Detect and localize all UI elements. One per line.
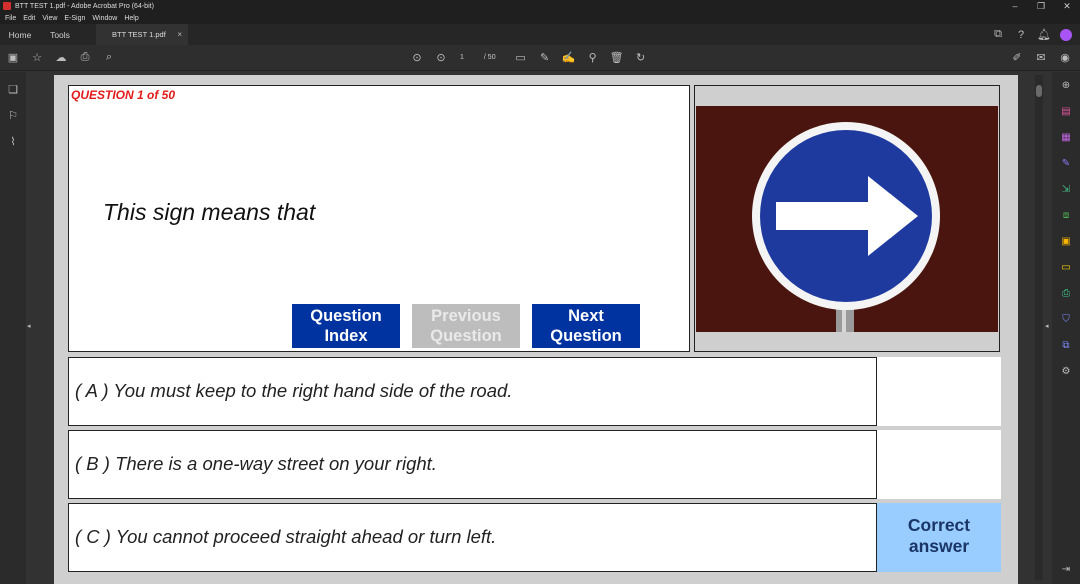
tab-bar: Home Tools BTT TEST 1.pdf × ⧉ ? 🔔︎ xyxy=(0,24,1080,45)
compress-icon[interactable]: ⧉ xyxy=(1059,338,1073,352)
print-icon[interactable]: ⎙ xyxy=(78,50,92,64)
restore-icon[interactable]: ❐ xyxy=(1028,0,1054,12)
email-icon[interactable]: ✉ xyxy=(1034,50,1048,64)
menu-file[interactable]: File xyxy=(5,15,16,22)
turn-right-sign-image xyxy=(696,106,998,332)
left-navigation-rail: ❏ ⚐ ⌇ xyxy=(0,72,26,584)
bookmark-icon[interactable]: ⚐ xyxy=(6,108,20,122)
zoom-icon[interactable]: ⊕ xyxy=(1059,78,1073,92)
close-tab-icon[interactable]: × xyxy=(177,30,182,39)
notification-bell-icon[interactable]: 🔔︎ xyxy=(1037,28,1051,42)
correct-answer-badge: Correct answer xyxy=(876,503,1001,572)
next-page-icon[interactable]: ⊙ xyxy=(434,50,448,64)
rotate-icon[interactable]: ↻ xyxy=(634,50,648,64)
vertical-scrollbar[interactable] xyxy=(1035,75,1043,580)
close-icon[interactable]: ✕ xyxy=(1054,0,1080,12)
page-total: / 50 xyxy=(483,53,496,61)
main-toolbar: ▣ ☆ ☁ ⎙ ⌕ ⊙ ⊙ 1 / 50 ▭ ✎ ✍ ⚲ 🗑︎ ↻ ✐ ✉ ◉ xyxy=(0,45,1080,71)
previous-question-button[interactable]: Previous Question xyxy=(412,304,520,348)
pdf-page: QUESTION 1 of 50 This sign means that Qu… xyxy=(54,75,1018,584)
sign-image-panel xyxy=(694,85,1000,352)
comment-tool-icon[interactable]: ▭ xyxy=(1059,260,1073,274)
right-tools-rail: ⊕ ▤ ▦ ✎ ⇲ ⧈ ▣ ▭ ⎙ ⛉ ⧉ ⚙ ⇥ xyxy=(1052,72,1080,584)
menu-edit[interactable]: Edit xyxy=(23,15,35,22)
organize-pages-icon[interactable]: ▤ xyxy=(1059,104,1073,118)
more-tools-icon[interactable]: ⚙ xyxy=(1059,364,1073,378)
account-icon[interactable]: ◉ xyxy=(1058,50,1072,64)
help-icon[interactable]: ? xyxy=(1014,28,1028,42)
current-page-field[interactable]: 1 xyxy=(460,54,464,61)
answer-row-c[interactable]: ( C ) You cannot proceed straight ahead … xyxy=(68,503,1001,572)
expand-panel-icon[interactable]: ⇥ xyxy=(1059,562,1073,576)
export-pdf-icon[interactable]: ⇲ xyxy=(1059,182,1073,196)
delete-trash-icon[interactable]: 🗑︎ xyxy=(610,50,624,64)
menu-help[interactable]: Help xyxy=(124,15,138,22)
question-index-button[interactable]: Question Index xyxy=(292,304,400,348)
menu-window[interactable]: Window xyxy=(92,15,117,22)
protect-shield-icon[interactable]: ⛉ xyxy=(1059,312,1073,326)
acrobat-pdf-icon xyxy=(3,2,11,10)
comment-icon[interactable]: ▭ xyxy=(514,50,528,64)
create-pdf-icon[interactable]: ▦ xyxy=(1059,130,1073,144)
scrollbar-thumb[interactable] xyxy=(1036,85,1042,97)
question-panel: QUESTION 1 of 50 This sign means that Qu… xyxy=(68,85,690,352)
answer-b-result-cell xyxy=(876,430,1001,499)
combine-files-icon[interactable]: ⧈ xyxy=(1059,208,1073,222)
highlight-pen-icon[interactable]: ✎ xyxy=(538,50,552,64)
previous-page-icon[interactable]: ⊙ xyxy=(410,50,424,64)
right-panel-collapse-icon[interactable]: ◂ xyxy=(1045,322,1049,330)
answer-row-b[interactable]: ( B ) There is a one-way street on your … xyxy=(68,430,1001,499)
tab-tools[interactable]: Tools xyxy=(40,30,80,40)
question-text: This sign means that xyxy=(103,199,316,225)
attachment-paperclip-icon[interactable]: ⌇ xyxy=(6,134,20,148)
star-bookmark-icon[interactable]: ☆ xyxy=(30,50,44,64)
answer-a-result-cell xyxy=(876,357,1001,426)
sign-icon[interactable]: ✍ xyxy=(562,50,576,64)
answer-row-a[interactable]: ( A ) You must keep to the right hand si… xyxy=(68,357,1001,426)
window-titlebar: BTT TEST 1.pdf - Adobe Acrobat Pro (64-b… xyxy=(0,0,1080,12)
window-title: BTT TEST 1.pdf - Adobe Acrobat Pro (64-b… xyxy=(15,2,154,10)
share-screen-icon[interactable]: ⧉ xyxy=(991,28,1005,42)
next-question-button[interactable]: Next Question xyxy=(532,304,640,348)
menu-esign[interactable]: E-Sign xyxy=(64,15,85,22)
search-icon[interactable]: ⌕ xyxy=(102,50,116,64)
document-tab-label: BTT TEST 1.pdf xyxy=(112,30,166,39)
edit-pdf-icon[interactable]: ✐ xyxy=(1010,50,1024,64)
user-avatar-icon[interactable] xyxy=(1060,28,1072,41)
minimize-icon[interactable]: – xyxy=(1002,0,1028,12)
answer-b-text: ( B ) There is a one-way street on your … xyxy=(75,453,437,474)
left-panel-collapse-icon[interactable]: ◂ xyxy=(27,322,31,330)
edit-pdf-tool-icon[interactable]: ▣ xyxy=(1059,234,1073,248)
tabbar-right-icons: ⧉ ? 🔔︎ xyxy=(991,24,1072,45)
tab-home[interactable]: Home xyxy=(0,30,40,40)
question-number: QUESTION 1 of 50 xyxy=(71,88,176,102)
print-production-icon[interactable]: ⎙ xyxy=(1059,286,1073,300)
cloud-upload-icon[interactable]: ☁ xyxy=(54,50,68,64)
save-icon[interactable]: ▣ xyxy=(6,50,20,64)
answer-c-text: ( C ) You cannot proceed straight ahead … xyxy=(75,526,497,547)
window-controls: – ❐ ✕ xyxy=(1002,0,1080,12)
answer-a-text: ( A ) You must keep to the right hand si… xyxy=(75,380,513,401)
fill-sign-icon[interactable]: ✎ xyxy=(1059,156,1073,170)
menu-bar: File Edit View E-Sign Window Help xyxy=(0,12,1080,24)
stamp-icon[interactable]: ⚲ xyxy=(586,50,600,64)
tab-document[interactable]: BTT TEST 1.pdf × xyxy=(96,24,188,45)
menu-view[interactable]: View xyxy=(42,15,57,22)
page-thumbnails-icon[interactable]: ❏ xyxy=(6,82,20,96)
